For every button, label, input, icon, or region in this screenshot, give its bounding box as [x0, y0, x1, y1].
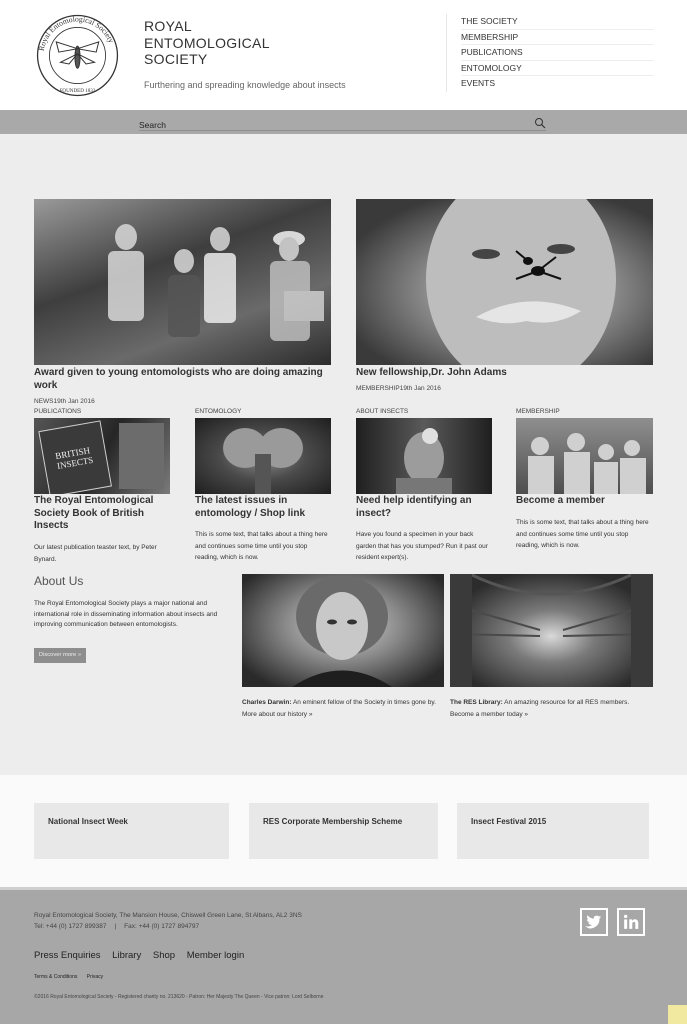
privacy-link[interactable]: Privacy — [87, 974, 103, 980]
caption-library-text: An amazing resource for all RES members. — [502, 699, 630, 706]
search-bar — [0, 110, 687, 134]
card-photo-book[interactable]: BRITISH INSECTS — [34, 418, 170, 494]
address-line: Royal Entomological Society, The Mansion… — [34, 912, 302, 919]
feature-date: 19th Jan 2016 — [399, 385, 441, 392]
site-header: Royal Entomological Society FOUNDED 1833… — [0, 0, 687, 110]
caption-library: The RES Library: An amazing resource for… — [450, 697, 653, 720]
card-text-latest-issues: This is some text, that talks about a th… — [195, 531, 328, 561]
search-wrapper — [139, 115, 546, 132]
card-title-identify[interactable]: Need help identifying an insect? — [356, 495, 496, 520]
card-text-book: Our latest publication teaster text, by … — [34, 544, 157, 563]
press-enquiries-link[interactable]: Press Enquiries — [34, 950, 101, 961]
feature-photo-young-entomologists[interactable] — [34, 199, 331, 365]
site-footer: Royal Entomological Society, The Mansion… — [0, 887, 687, 1024]
search-input[interactable] — [139, 118, 519, 132]
become-member-link[interactable]: Become a member today » — [450, 711, 528, 718]
caption-darwin-bold: Charles Darwin: — [242, 699, 292, 706]
nav-item-society[interactable]: THE SOCIETY — [461, 14, 654, 30]
logo-founded-text: FOUNDED 1833 — [60, 88, 96, 94]
terms-link[interactable]: Terms & Conditions — [34, 974, 77, 980]
promo-insect-festival[interactable]: Insect Festival 2015 — [457, 803, 649, 859]
about-heading: About Us — [34, 574, 84, 588]
promo-label: RES Corporate Membership Scheme — [263, 817, 403, 826]
corner-badge[interactable] — [668, 1005, 687, 1024]
brand-line-3: SOCIETY — [144, 51, 208, 67]
card-photo-expert[interactable] — [356, 418, 492, 494]
brand-line-1: ROYAL — [144, 18, 192, 34]
promo-label: National Insect Week — [48, 817, 128, 826]
nav-item-events[interactable]: EVENTS — [461, 76, 654, 92]
footer-links: Press Enquiries Library Shop Member logi… — [34, 950, 253, 961]
society-logo[interactable]: Royal Entomological Society FOUNDED 1833 — [35, 13, 120, 98]
card-category-about-insects[interactable]: ABOUT INSECTS — [356, 408, 408, 415]
feature-category[interactable]: MEMBERSHIP — [356, 385, 400, 392]
brand-line-2: ENTOMOLOGICAL — [144, 34, 270, 51]
library-link[interactable]: Library — [112, 950, 141, 961]
feature-title-fellowship[interactable]: New fellowship,Dr. John Adams — [356, 367, 646, 380]
nav-item-membership[interactable]: MEMBERSHIP — [461, 30, 654, 46]
promo-national-insect-week[interactable]: National Insect Week — [34, 803, 229, 859]
feature-date: 19th Jan 2016 — [53, 398, 95, 405]
linkedin-icon[interactable] — [617, 908, 645, 936]
main-nav: THE SOCIETY MEMBERSHIP PUBLICATIONS ENTO… — [446, 14, 654, 92]
phone: Tel: +44 (0) 1727 899387 — [34, 923, 107, 930]
feature-title-award[interactable]: Award given to young entomologists who a… — [34, 367, 324, 392]
about-text: The Royal Entomological Society plays a … — [34, 600, 218, 628]
caption-darwin: Charles Darwin: An eminent fellow of the… — [242, 697, 444, 720]
caption-darwin-text: An eminent fellow of the Society in time… — [291, 699, 436, 706]
card-text-identify: Have you found a specimen in your back g… — [356, 531, 488, 561]
card-category-membership[interactable]: MEMBERSHIP — [516, 408, 560, 415]
card-title-book[interactable]: The Royal Entomological Society Book of … — [34, 495, 174, 533]
search-icon[interactable] — [534, 116, 546, 129]
history-link[interactable]: More about our history » — [242, 711, 312, 718]
discover-more-button[interactable]: Discover more » — [34, 648, 86, 663]
member-login-link[interactable]: Member login — [187, 950, 245, 961]
brand-name[interactable]: ROYAL ENTOMOLOGICAL SOCIETY — [144, 18, 270, 68]
nav-item-publications[interactable]: PUBLICATIONS — [461, 45, 654, 61]
promo-band: National Insect Week RES Corporate Membe… — [0, 775, 687, 887]
legal-links: Terms & Conditions Privacy — [34, 974, 111, 980]
fax: Fax: +44 (0) 1727 894797 — [124, 923, 200, 930]
card-title-become-member[interactable]: Become a member — [516, 495, 656, 508]
twitter-icon[interactable] — [580, 908, 608, 936]
feature-meta-fellowship: MEMBERSHIP19th Jan 2016 — [356, 385, 441, 392]
shop-link[interactable]: Shop — [153, 950, 175, 961]
caption-library-bold: The RES Library: — [450, 699, 503, 706]
feature-category[interactable]: NEWS — [34, 398, 54, 405]
footer-address: Royal Entomological Society, The Mansion… — [34, 910, 302, 932]
contact-line: Tel: +44 (0) 1727 899387 | Fax: +44 (0) 17… — [34, 921, 302, 932]
card-category-publications[interactable]: PUBLICATIONS — [34, 408, 81, 415]
tagline: Furthering and spreading knowledge about… — [144, 80, 346, 90]
feature-photo-john-adams[interactable] — [356, 199, 653, 365]
card-photo-fly[interactable] — [195, 418, 331, 494]
card-category-entomology[interactable]: ENTOMOLOGY — [195, 408, 241, 415]
promo-corporate-membership[interactable]: RES Corporate Membership Scheme — [249, 803, 438, 859]
card-photo-members[interactable] — [516, 418, 653, 494]
copyright: ©2016 Royal Entomological Society - Regi… — [34, 994, 324, 1000]
card-text-become-member: This is some text, that talks about a th… — [516, 519, 649, 549]
photo-res-library[interactable] — [450, 574, 653, 687]
nav-item-entomology[interactable]: ENTOMOLOGY — [461, 61, 654, 77]
feature-meta-award: NEWS19th Jan 2016 — [34, 398, 95, 405]
card-title-latest-issues[interactable]: The latest issues in entomology / Shop l… — [195, 495, 335, 520]
photo-charles-darwin[interactable] — [242, 574, 444, 687]
contact-separator: | — [114, 923, 117, 930]
promo-label: Insect Festival 2015 — [471, 817, 547, 826]
